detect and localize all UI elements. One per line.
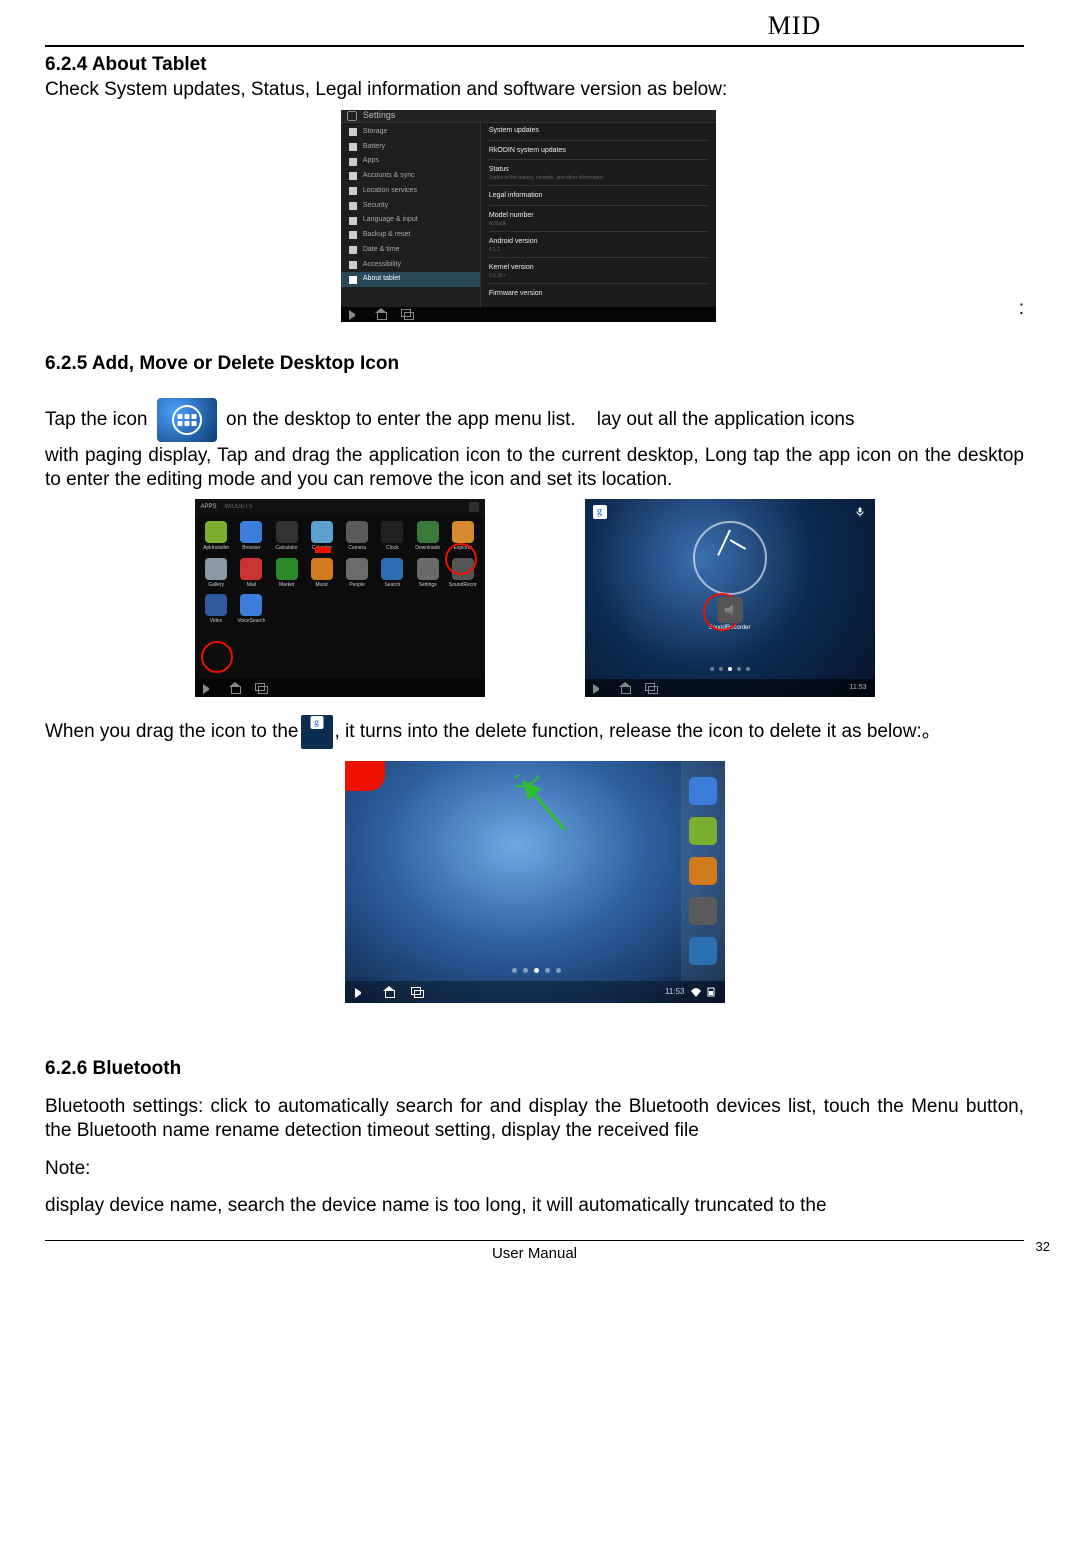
back-icon [593, 682, 605, 694]
home-icon [383, 986, 395, 998]
back-icon [203, 682, 215, 694]
app-icon: VoiceSearch [236, 594, 267, 624]
page-header-title: MID [565, 10, 1024, 43]
dock-item [689, 817, 717, 845]
about-side-language: Language & input [363, 216, 418, 225]
back-icon [355, 986, 367, 998]
app-icon: Downloads [412, 521, 443, 551]
section-626-p2: display device name, search the device n… [45, 1194, 1024, 1218]
app-icon: ApkInstaller [201, 521, 232, 551]
figure-about-tablet: Settings Storage Battery Apps Accounts &… [341, 110, 721, 326]
red-circle-explorer [445, 543, 477, 575]
shop-icon [469, 502, 479, 512]
app-icon: Market [271, 558, 302, 588]
voice-search-icon [853, 505, 867, 519]
section-625-heading: 6.2.5 Add, Move or Delete Desktop Icon [45, 352, 1024, 376]
page-indicator [710, 667, 750, 671]
google-search-icon: g [593, 505, 607, 519]
about-side-security: Security [363, 202, 388, 211]
p1-post-text: on the desktop to enter the app menu lis… [221, 408, 855, 432]
about-side-datetime: Date & time [363, 246, 400, 255]
red-annotation-mark [315, 547, 331, 553]
page-indicator [512, 968, 561, 973]
delete-target-indicator [345, 761, 385, 791]
recent-icon [255, 682, 267, 694]
p3-post: , it turns into the delete function, rel… [335, 720, 941, 744]
about-side-storage: Storage [363, 128, 388, 137]
about-side-accounts: Accounts & sync [363, 172, 415, 181]
app-icon: Music [306, 558, 337, 588]
dock-item [689, 897, 717, 925]
about-side-accessibility: Accessibility [363, 261, 401, 270]
figure-colon: : [1019, 297, 1024, 321]
header-rule [45, 45, 1024, 47]
statusbar-time: 11:53 [850, 684, 867, 693]
about-side-backup: Backup & reset [363, 231, 410, 240]
app-icon: Video [201, 594, 232, 624]
wifi-icon [691, 987, 701, 997]
app-icon: People [342, 558, 373, 588]
about-window-title: Settings [363, 110, 396, 121]
app-drawer-icon [157, 398, 217, 442]
dock-item [689, 777, 717, 805]
apps-tab-apps: APPS [201, 504, 217, 512]
section-626-note-label: Note: [45, 1157, 1024, 1181]
home-icon [375, 308, 387, 320]
figure-apps-grid: APPS WIDGETS ApkInstallerBrowserCalculat… [195, 499, 485, 697]
dock-item [689, 857, 717, 885]
right-dock [681, 761, 725, 981]
statusbar-time: 11:53 [665, 987, 684, 997]
section-626-p1: Bluetooth settings: click to automatical… [45, 1095, 1024, 1143]
figure-home-screen: g SoundRecorder 11:53 [585, 499, 875, 697]
apps-tab-widgets: WIDGETS [225, 504, 253, 512]
battery-icon [707, 987, 715, 997]
google-g-inline-icon: g [301, 715, 333, 749]
about-side-apps: Apps [363, 157, 379, 166]
p3-pre: When you drag the icon to the [45, 720, 299, 744]
app-icon: Search [377, 558, 408, 588]
footer-rule [45, 1240, 1024, 1241]
section-625-p3: When you drag the icon to the g , it tur… [45, 715, 1024, 749]
app-icon: Browser [236, 521, 267, 551]
analog-clock-widget [693, 521, 767, 595]
section-626-heading: 6.2.6 Bluetooth [45, 1057, 1024, 1081]
about-content: System updates RkODIN system updates Sta… [481, 123, 716, 307]
app-icon: Settings [412, 558, 443, 588]
recent-icon [401, 308, 413, 320]
recent-icon [411, 986, 423, 998]
section-624-intro: Check System updates, Status, Legal info… [45, 78, 1024, 102]
about-navbar [341, 307, 716, 322]
dock-item [689, 937, 717, 965]
section-625-p1: Tap the icon on the desktop to enter the… [45, 398, 1024, 442]
footer-label: User Manual [492, 1245, 577, 1264]
about-side-location: Location services [363, 187, 417, 196]
back-icon [349, 308, 361, 320]
green-arrow-annotation [515, 775, 575, 835]
about-titlebar: Settings [341, 110, 716, 123]
app-icon: Clock [377, 521, 408, 551]
home-icon [619, 682, 631, 694]
home-icon [229, 682, 241, 694]
app-icon: Gallery [201, 558, 232, 588]
app-icon: Mail [236, 558, 267, 588]
page-number: 32 [1036, 1239, 1050, 1255]
about-side-about: About tablet [363, 275, 400, 284]
about-side-battery: Battery [363, 143, 385, 152]
app-icon: Camera [342, 521, 373, 551]
home-center-app: SoundRecorder [708, 597, 750, 633]
app-icon: Calculator [271, 521, 302, 551]
section-624-heading: 6.2.4 About Tablet [45, 53, 1024, 77]
recent-icon [645, 682, 657, 694]
section-625-p2: with paging display, Tap and drag the ap… [45, 444, 1024, 492]
p1-pre-text: Tap the icon [45, 408, 153, 432]
about-sidebar: Storage Battery Apps Accounts & sync Loc… [341, 123, 481, 307]
figure-delete-icon: 11:53 [345, 761, 725, 1003]
red-circle-voicesearch [201, 641, 233, 673]
